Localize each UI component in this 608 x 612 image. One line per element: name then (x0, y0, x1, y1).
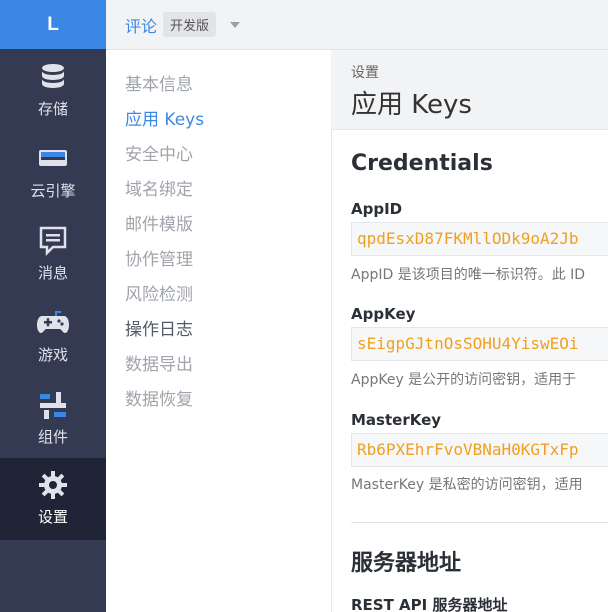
gamepad-icon (37, 311, 69, 333)
settings-nav: 基本信息 应用 Keys 安全中心 域名绑定 邮件模版 协作管理 风险检测 操作… (106, 50, 332, 612)
nav-item-risk-detection[interactable]: 风险检测 (125, 285, 193, 305)
chevron-down-icon[interactable] (230, 21, 241, 28)
app-key-value[interactable]: sEigpGJtnOsSOHU4YiswEOi (351, 327, 608, 361)
section-divider (351, 522, 608, 523)
sidebar-item-messages[interactable]: 消息 (0, 214, 106, 296)
nav-item-collaboration[interactable]: 协作管理 (125, 250, 193, 270)
nav-item-email-templates[interactable]: 邮件模版 (125, 215, 193, 235)
app-key-description: AppKey 是公开的访问密钥，适用于 (351, 372, 577, 388)
sidebar-item-label: 游戏 (37, 346, 68, 364)
breadcrumb: 设置 (351, 65, 379, 81)
app-id-label: AppID (351, 200, 403, 218)
page-header: 设置 应用 Keys (331, 50, 608, 130)
components-icon (40, 392, 66, 419)
master-key-value[interactable]: Rb6PXEhrFvoVBNaH0KGTxFp (351, 433, 608, 467)
app-name-link[interactable]: 评论 (125, 13, 157, 37)
sidebar-item-storage[interactable]: 存储 (0, 50, 106, 132)
rest-api-label: REST API 服务器地址 (351, 596, 508, 612)
sidebar-item-label: 云引擎 (30, 182, 76, 200)
sidebar-item-label: 存储 (37, 100, 68, 118)
message-icon (39, 226, 67, 257)
app-key-label: AppKey (351, 305, 416, 323)
sidebar-item-label: 组件 (37, 428, 68, 446)
server-address-title: 服务器地址 (351, 551, 462, 576)
nav-item-operation-log[interactable]: 操作日志 (125, 320, 193, 340)
sidebar-item-label: 设置 (37, 508, 68, 526)
app-logo[interactable]: L (0, 0, 106, 49)
env-badge: 开发版 (163, 12, 217, 37)
database-icon (42, 64, 64, 88)
gear-icon (39, 471, 67, 499)
nav-item-data-export[interactable]: 数据导出 (125, 355, 193, 375)
sidebar-item-cloud-engine[interactable]: 云引擎 (0, 132, 106, 214)
nav-item-data-restore[interactable]: 数据恢复 (125, 390, 193, 410)
nav-item-basic-info[interactable]: 基本信息 (125, 75, 193, 95)
sidebar-item-components[interactable]: 组件 (0, 378, 106, 460)
app-id-description: AppID 是该项目的唯一标识符。此 ID (351, 267, 586, 283)
nav-item-app-keys[interactable]: 应用 Keys (125, 110, 204, 130)
nav-item-security[interactable]: 安全中心 (125, 145, 193, 165)
master-key-label: MasterKey (351, 411, 442, 429)
top-header: 评论 开发版 (106, 0, 608, 50)
app-id-value[interactable]: qpdEsxD87FKMllODk9oA2Jb (351, 222, 608, 256)
main-content: 设置 应用 Keys Credentials AppID qpdEsxD87FK… (331, 50, 608, 612)
left-sidebar: L 存储 云引擎 消息 游戏 组件 设置 (0, 0, 106, 612)
server-icon (39, 150, 67, 166)
nav-item-domain-binding[interactable]: 域名绑定 (125, 180, 193, 200)
master-key-description: MasterKey 是私密的访问密钥，适用 (351, 477, 583, 493)
page-title: 应用 Keys (351, 90, 472, 120)
credentials-title: Credentials (351, 151, 493, 176)
sidebar-item-settings[interactable]: 设置 (0, 458, 106, 540)
sidebar-item-label: 消息 (37, 264, 68, 282)
sidebar-item-games[interactable]: 游戏 (0, 296, 106, 378)
